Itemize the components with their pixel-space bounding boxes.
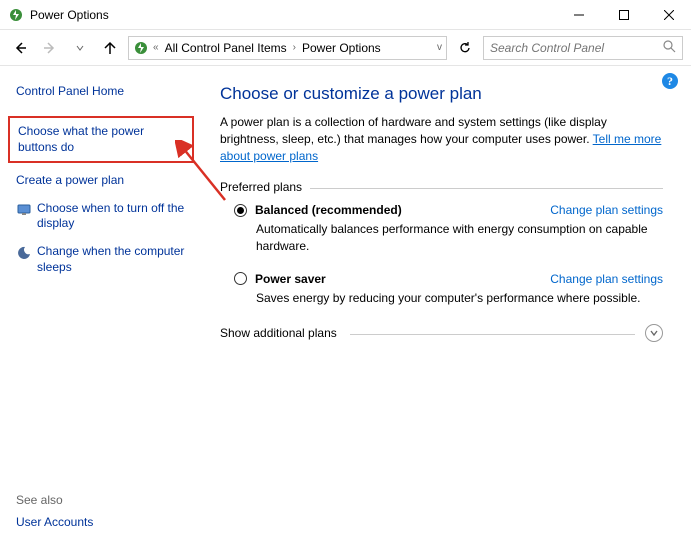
breadcrumb-item[interactable]: Power Options	[300, 41, 383, 55]
divider	[350, 334, 635, 335]
recent-dropdown[interactable]	[68, 36, 92, 60]
sidebar-link-create-plan[interactable]: Create a power plan	[16, 173, 194, 189]
show-additional-plans[interactable]: Show additional plans	[220, 324, 663, 342]
breadcrumb-icon	[133, 40, 149, 56]
sidebar-link-change-sleep[interactable]: Change when the computer sleeps	[16, 244, 194, 275]
main-panel: ? Choose or customize a power plan A pow…	[210, 66, 691, 547]
change-plan-settings-link[interactable]: Change plan settings	[550, 272, 663, 286]
chevron-right-icon: ›	[293, 42, 296, 53]
sidebar-link-label: Change when the computer sleeps	[37, 244, 194, 275]
user-accounts-link[interactable]: User Accounts	[16, 515, 93, 529]
divider	[310, 188, 663, 189]
maximize-button[interactable]	[601, 0, 646, 30]
forward-button[interactable]	[38, 36, 62, 60]
control-panel-home-link[interactable]: Control Panel Home	[16, 84, 194, 98]
sidebar-link-label: Create a power plan	[16, 173, 124, 189]
change-plan-settings-link[interactable]: Change plan settings	[550, 203, 663, 217]
chevron-down-icon[interactable]: v	[437, 42, 442, 53]
content-area: Control Panel Home Choose what the power…	[0, 66, 691, 547]
search-icon[interactable]	[662, 39, 676, 56]
refresh-button[interactable]	[453, 36, 477, 60]
radio-power-saver[interactable]	[234, 272, 247, 285]
page-description: A power plan is a collection of hardware…	[220, 114, 663, 164]
plan-description: Saves energy by reducing your computer's…	[256, 290, 663, 306]
back-button[interactable]	[8, 36, 32, 60]
show-more-label: Show additional plans	[220, 326, 337, 340]
breadcrumb[interactable]: « All Control Panel Items › Power Option…	[128, 36, 447, 60]
monitor-icon	[16, 202, 32, 218]
up-button[interactable]	[98, 36, 122, 60]
app-icon	[8, 7, 24, 23]
sidebar-link-label: Choose when to turn off the display	[37, 201, 194, 232]
navbar: « All Control Panel Items › Power Option…	[0, 30, 691, 66]
search-input[interactable]	[490, 41, 662, 55]
close-button[interactable]	[646, 0, 691, 30]
page-heading: Choose or customize a power plan	[220, 84, 663, 104]
plan-name: Power saver	[255, 272, 326, 286]
svg-text:?: ?	[667, 74, 673, 88]
sidebar: Control Panel Home Choose what the power…	[0, 66, 210, 547]
plan-balanced: Balanced (recommended) Change plan setti…	[220, 203, 663, 253]
sidebar-link-choose-buttons[interactable]: Choose what the power buttons do	[8, 116, 194, 163]
plan-name: Balanced (recommended)	[255, 203, 402, 217]
see-also-label: See also	[16, 493, 63, 507]
minimize-button[interactable]	[556, 0, 601, 30]
titlebar: Power Options	[0, 0, 691, 30]
chevron-left-icon: «	[153, 42, 159, 53]
preferred-plans-label: Preferred plans	[220, 180, 663, 194]
plan-header: Power saver Change plan settings	[234, 272, 663, 286]
moon-icon	[16, 245, 32, 261]
sidebar-link-label: Choose what the power buttons do	[18, 124, 184, 155]
plan-description: Automatically balances performance with …	[256, 221, 663, 253]
plan-power-saver: Power saver Change plan settings Saves e…	[220, 272, 663, 306]
chevron-down-icon[interactable]	[645, 324, 663, 342]
search-box[interactable]	[483, 36, 683, 60]
window-title: Power Options	[30, 8, 109, 22]
sidebar-link-choose-display-off[interactable]: Choose when to turn off the display	[16, 201, 194, 232]
description-text: A power plan is a collection of hardware…	[220, 115, 607, 146]
window-controls	[556, 0, 691, 30]
radio-balanced[interactable]	[234, 204, 247, 217]
help-icon[interactable]: ?	[661, 72, 679, 93]
plan-header: Balanced (recommended) Change plan setti…	[234, 203, 663, 217]
breadcrumb-item[interactable]: All Control Panel Items	[163, 41, 289, 55]
